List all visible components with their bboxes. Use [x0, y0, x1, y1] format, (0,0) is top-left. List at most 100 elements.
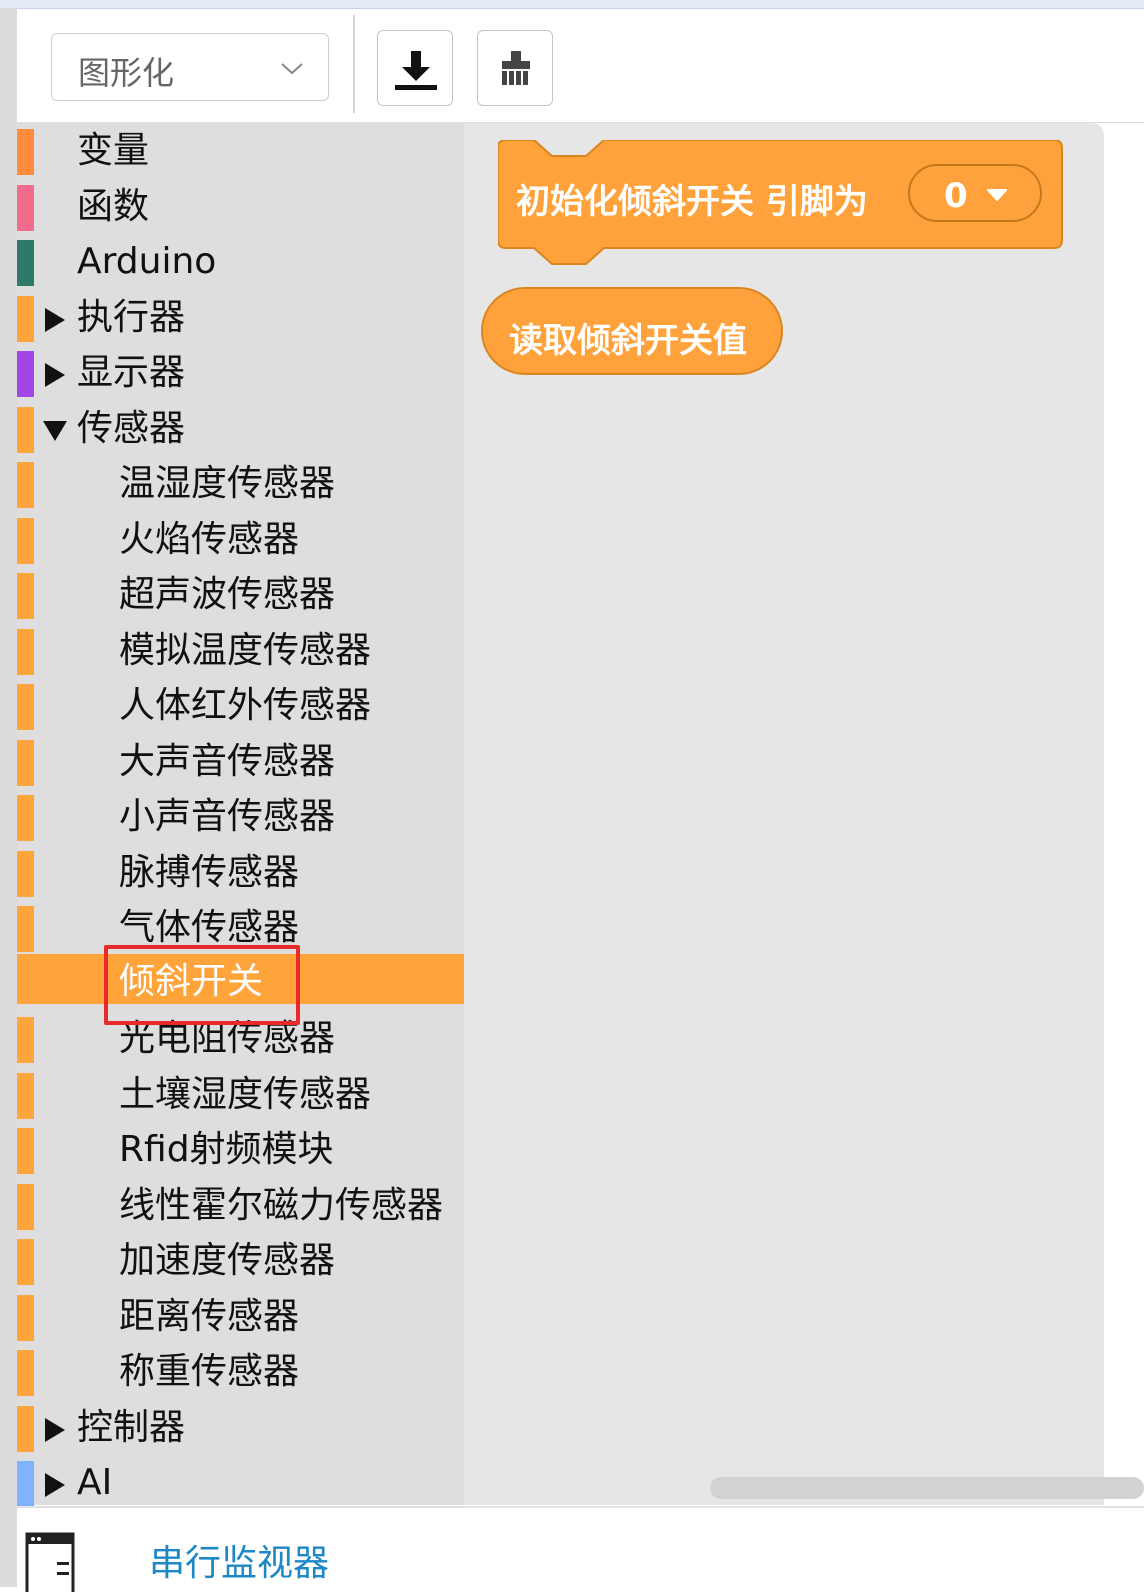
pin-dropdown[interactable]: 0	[908, 164, 1042, 222]
sidebar-category-item[interactable]: 火焰传感器	[17, 516, 464, 564]
category-label: 小声音传感器	[119, 796, 336, 837]
category-color-bar	[17, 1294, 34, 1341]
sidebar-category-item[interactable]: 距离传感器	[17, 1293, 464, 1341]
horizontal-scrollbar[interactable]	[710, 1477, 1144, 1499]
category-color-bar	[17, 1239, 34, 1285]
sidebar-category-item[interactable]: Rfid射频模块	[17, 1126, 464, 1174]
category-color-bar	[17, 739, 34, 786]
sidebar-category-item[interactable]: AI	[17, 1459, 464, 1507]
sidebar-category-item[interactable]: 小声音传感器	[17, 793, 464, 841]
mode-select[interactable]: 图形化	[51, 33, 329, 101]
category-color-bar	[17, 906, 34, 952]
download-icon	[395, 51, 437, 90]
sidebar-category-item[interactable]: 大声音传感器	[17, 738, 464, 786]
category-label: 火焰传感器	[119, 518, 300, 560]
sidebar-category-item[interactable]: Arduino	[17, 238, 464, 286]
category-color-bar	[17, 462, 34, 508]
init-block-label: 初始化倾斜开关 引脚为	[516, 182, 868, 222]
sidebar-category-item[interactable]: 温湿度传感器	[17, 460, 464, 508]
category-color-bar	[17, 850, 34, 897]
category-color-bar	[17, 1461, 34, 1507]
category-label: 温湿度传感器	[119, 463, 336, 504]
sidebar-category-item[interactable]: 超声波传感器	[17, 571, 464, 619]
clear-button[interactable]	[477, 30, 553, 106]
category-label: AI	[77, 1462, 113, 1503]
category-label: 土壤湿度传感器	[119, 1073, 372, 1115]
sidebar-category-item[interactable]: 土壤湿度传感器	[17, 1071, 464, 1119]
category-sidebar: 变量函数 Arduino 执行器显示器传感器温湿度传感器 火焰传感器超声波传感器模拟温…	[17, 123, 464, 1507]
category-color-bar	[17, 184, 34, 231]
sidebar-category-item[interactable]: 模拟温度传感器	[17, 627, 464, 675]
read-tilt-switch-block[interactable]: 读取倾斜开关值	[481, 287, 783, 375]
toolbar-divider	[353, 15, 355, 113]
triangle-down-icon[interactable]	[41, 417, 69, 445]
category-color-bar	[17, 1017, 34, 1063]
bottom-bar: 串行监视器	[17, 1506, 1144, 1592]
serial-monitor-link[interactable]: 串行监视器	[149, 1534, 329, 1586]
category-label: 线性霍尔磁力传感器	[119, 1184, 444, 1226]
category-label: 显示器	[77, 352, 186, 393]
category-color-bar	[17, 406, 34, 453]
triangle-right-icon[interactable]	[41, 1416, 69, 1444]
category-label: Arduino	[77, 241, 217, 282]
broom-icon	[502, 51, 530, 85]
category-label: 加速度传感器	[119, 1240, 336, 1281]
category-color-bar	[17, 1072, 34, 1119]
category-label: 大声音传感器	[119, 740, 336, 782]
pin-dropdown-value: 0	[944, 176, 968, 216]
category-label: 变量	[77, 130, 150, 171]
category-color-bar	[17, 1350, 34, 1396]
sidebar-category-item[interactable]: 传感器	[17, 405, 464, 453]
category-color-bar	[17, 955, 34, 1002]
window-icon	[25, 1532, 75, 1592]
triangle-right-icon[interactable]	[41, 361, 69, 389]
category-label: 超声波传感器	[119, 574, 336, 615]
sidebar-category-item[interactable]: 加速度传感器	[17, 1237, 464, 1285]
read-block-label: 读取倾斜开关值	[509, 321, 747, 361]
category-color-bar	[17, 295, 34, 342]
sidebar-category-item[interactable]: 称重传感器	[17, 1348, 464, 1396]
dropdown-arrow-icon	[987, 189, 1007, 201]
triangle-right-icon[interactable]	[41, 306, 69, 334]
top-strip	[0, 0, 1144, 9]
category-label: 传感器	[77, 407, 186, 449]
category-color-bar	[17, 240, 34, 286]
category-color-bar	[17, 517, 34, 564]
triangle-right-icon[interactable]	[41, 1471, 69, 1499]
category-label: 控制器	[77, 1406, 186, 1448]
category-color-bar	[17, 1405, 34, 1452]
category-color-bar	[17, 573, 34, 619]
sidebar-category-item[interactable]: 气体传感器	[17, 904, 464, 952]
init-tilt-switch-block[interactable]: 初始化倾斜开关 引脚为 0	[497, 139, 1064, 274]
category-color-bar	[17, 684, 34, 730]
mode-select-value: 图形化	[78, 54, 175, 92]
sidebar-category-item[interactable]: 线性霍尔磁力传感器	[17, 1182, 464, 1230]
sidebar-category-item[interactable]: 函数	[17, 183, 464, 231]
sidebar-category-item[interactable]: 脉搏传感器	[17, 849, 464, 897]
category-color-bar	[17, 1128, 34, 1174]
category-label: 距离传感器	[119, 1295, 300, 1337]
workspace-edge	[1104, 123, 1144, 1505]
toolbar: 图形化	[17, 9, 1144, 123]
category-label: 称重传感器	[119, 1351, 300, 1392]
category-label: 人体红外传感器	[119, 685, 372, 726]
category-color-bar	[17, 1183, 34, 1230]
left-gutter	[0, 8, 18, 1587]
category-label: 气体传感器	[119, 907, 300, 948]
category-color-bar	[17, 628, 34, 675]
category-label: 执行器	[77, 296, 186, 338]
download-button[interactable]	[377, 30, 453, 106]
sidebar-category-item[interactable]: 人体红外传感器	[17, 682, 464, 730]
sidebar-category-item[interactable]: 控制器	[17, 1404, 464, 1452]
sidebar-category-item[interactable]: 执行器	[17, 294, 464, 342]
sidebar-category-item[interactable]: 变量	[17, 127, 464, 175]
category-label: 脉搏传感器	[119, 851, 300, 893]
selection-highlight-box	[104, 945, 300, 1025]
category-label: 函数	[77, 185, 150, 227]
sidebar-category-item[interactable]: 显示器	[17, 349, 464, 397]
category-color-bar	[17, 351, 34, 397]
category-label: Rfid射频模块	[119, 1129, 334, 1170]
category-color-bar	[17, 795, 34, 841]
chevron-down-icon	[281, 63, 303, 75]
category-color-bar	[17, 129, 34, 175]
